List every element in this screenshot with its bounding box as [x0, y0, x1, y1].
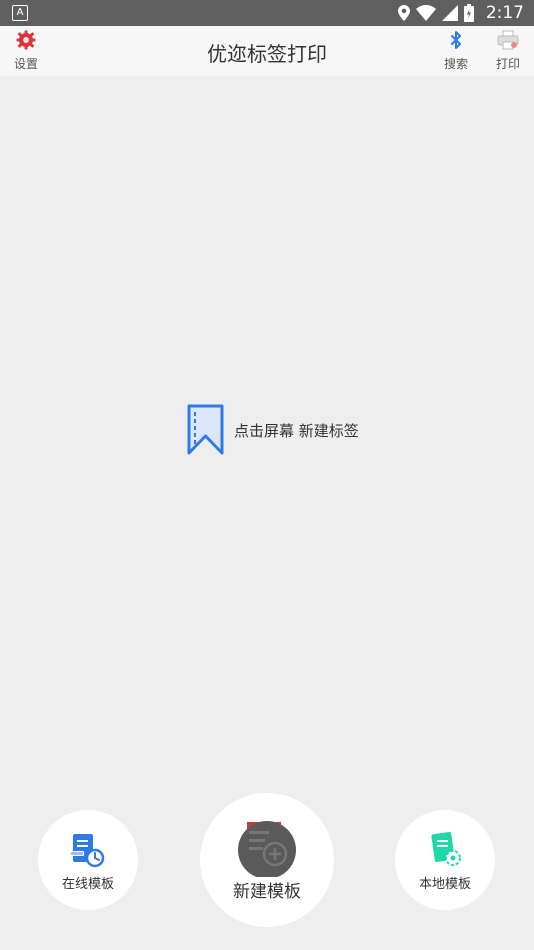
printer-icon	[497, 30, 519, 50]
local-templates-label: 本地模板	[418, 877, 471, 892]
online-templates-label: 在线模板	[61, 877, 114, 892]
local-template-icon	[431, 832, 461, 866]
new-template-icon	[238, 821, 296, 877]
empty-state-text: 点击屏幕 新建标签	[234, 421, 359, 440]
search-button[interactable]: 搜索	[434, 30, 478, 72]
status-icons: 2:17	[397, 0, 524, 26]
bookmark-icon	[187, 404, 224, 455]
online-templates-button[interactable]: 在线模板	[38, 810, 138, 910]
cloud-template-icon	[70, 834, 105, 868]
wifi-icon	[415, 5, 436, 21]
new-template-label: 新建模板	[233, 882, 301, 902]
status-bar: A 2:17	[0, 0, 534, 26]
empty-state[interactable]: 点击屏幕 新建标签	[186, 404, 359, 456]
clock: 2:17	[485, 3, 524, 23]
search-label: 搜索	[443, 57, 468, 71]
signal-icon	[441, 5, 458, 21]
notification-icon: A	[12, 5, 28, 21]
bluetooth-icon	[451, 31, 461, 49]
location-icon	[397, 5, 410, 21]
print-button[interactable]: 打印	[486, 30, 530, 72]
app-bar: 设置 优迩标签打印 搜索 打印	[0, 26, 534, 76]
local-templates-button[interactable]: 本地模板	[395, 810, 495, 910]
new-template-button[interactable]: 新建模板	[200, 793, 334, 927]
print-label: 打印	[495, 57, 520, 71]
battery-icon	[463, 4, 474, 22]
